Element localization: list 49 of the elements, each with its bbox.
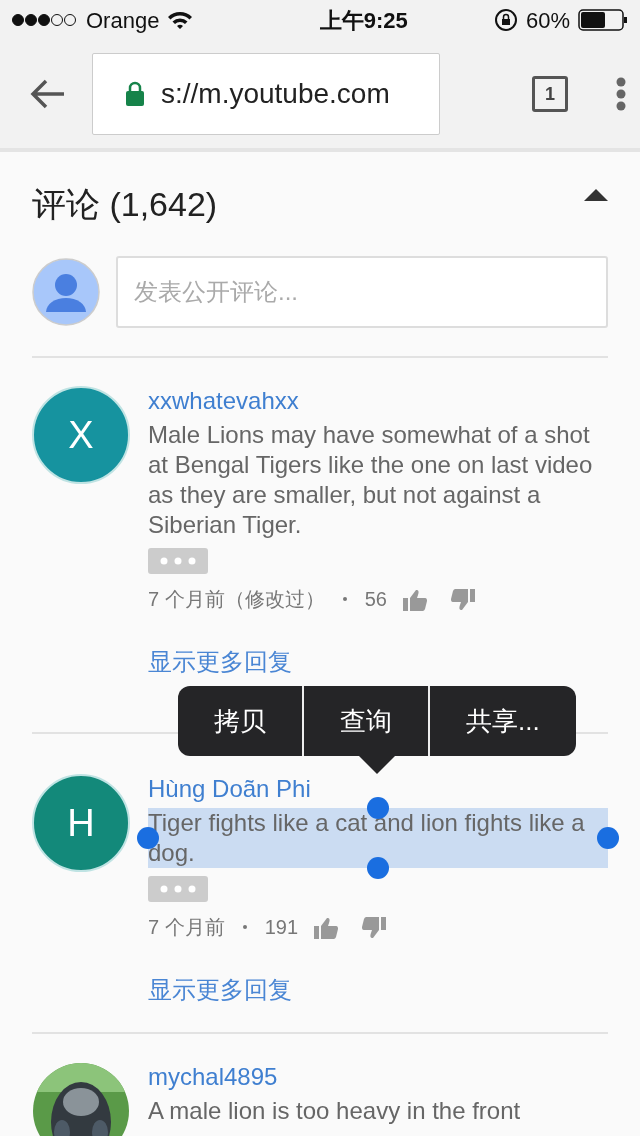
more-icon: [616, 77, 626, 111]
signal-icon: [12, 12, 78, 28]
wifi-icon: [167, 10, 194, 30]
comment-field[interactable]: 发表公开评论...: [116, 256, 608, 328]
like-button[interactable]: [402, 587, 427, 611]
like-count: 191: [264, 915, 299, 940]
battery-icon: [578, 9, 628, 31]
comments-heading: 评论 (1,642): [32, 183, 218, 225]
comment-text: Tiger fights like a cat and lion fights like a dog.: [148, 808, 608, 868]
menu-item[interactable]: 共享...: [428, 686, 576, 756]
thumbs-down-icon: [450, 588, 475, 611]
menu-button[interactable]: [616, 77, 626, 111]
author-link[interactable]: xxwhatevahxx: [148, 386, 608, 416]
dislike-button[interactable]: [362, 915, 387, 939]
thumbs-up-icon: [314, 916, 339, 939]
address-bar[interactable]: s://m.youtube.com: [92, 53, 440, 135]
tab-count-button[interactable]: 1: [532, 76, 568, 112]
avatar: X: [32, 386, 130, 484]
comment-time: 7 个月前（修改过）: [148, 587, 325, 612]
like-count: 56: [364, 587, 387, 612]
selection-handle[interactable]: [367, 857, 389, 879]
rotation-lock-icon: [493, 8, 518, 32]
avatar-icon: [32, 258, 100, 326]
comment-text: Male Lions may have somewhat of a shot at Bengal Tigers like the one on last video as they are smaller, but not against a Siberian Tiger.: [148, 420, 594, 540]
back-arrow-icon: [30, 78, 66, 110]
separator-dot: [342, 597, 347, 601]
menu-item[interactable]: 拷贝: [178, 686, 302, 756]
author-link[interactable]: mychal4895: [148, 1062, 608, 1092]
thumbs-up-icon: [402, 588, 427, 611]
caret-icon: [584, 187, 608, 202]
separator-dot: [242, 925, 247, 929]
dislike-button[interactable]: [450, 587, 475, 611]
url-text: s://m.youtube.com: [161, 77, 390, 111]
battery-percent: 60%: [525, 6, 570, 35]
clock: 上午9:25: [318, 6, 409, 35]
carrier-name: Orange: [86, 6, 160, 35]
comment-text: A male lion is too heavy in the front: [148, 1096, 522, 1126]
comment-time: 7 个月前: [148, 915, 225, 940]
selection-handle[interactable]: [597, 827, 619, 849]
back-button[interactable]: [30, 78, 66, 110]
ellipsis-icon: [160, 557, 196, 565]
avatar: H: [32, 774, 130, 872]
author-link[interactable]: Hùng Doãn Phi: [148, 774, 608, 804]
like-button[interactable]: [314, 915, 339, 939]
ellipsis-icon: [160, 885, 196, 893]
show-more-replies-link[interactable]: 显示更多回复: [148, 972, 292, 1008]
thumbs-down-icon: [362, 916, 387, 939]
lock-icon: [125, 81, 145, 107]
show-more-replies-link[interactable]: 显示更多回复: [148, 644, 292, 680]
